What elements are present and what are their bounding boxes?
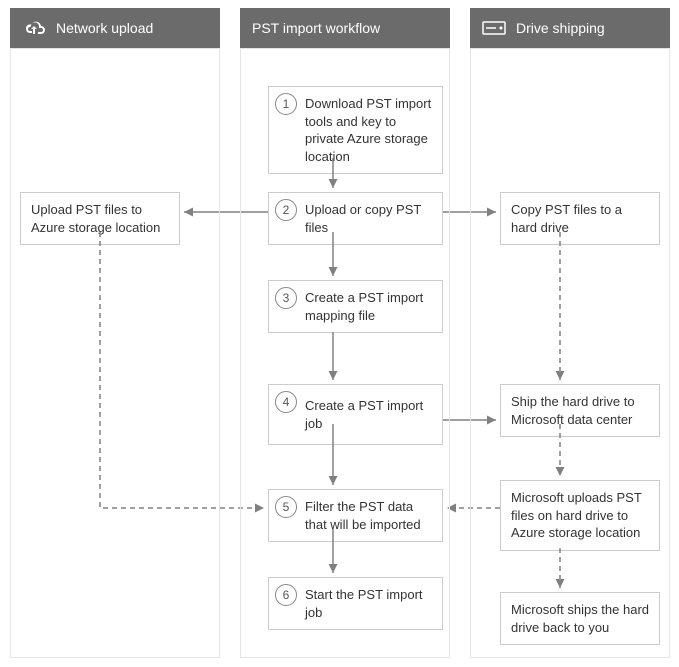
column-outline-right [470,48,670,658]
column-outline-left [10,48,220,658]
column-outline-center [240,48,450,658]
